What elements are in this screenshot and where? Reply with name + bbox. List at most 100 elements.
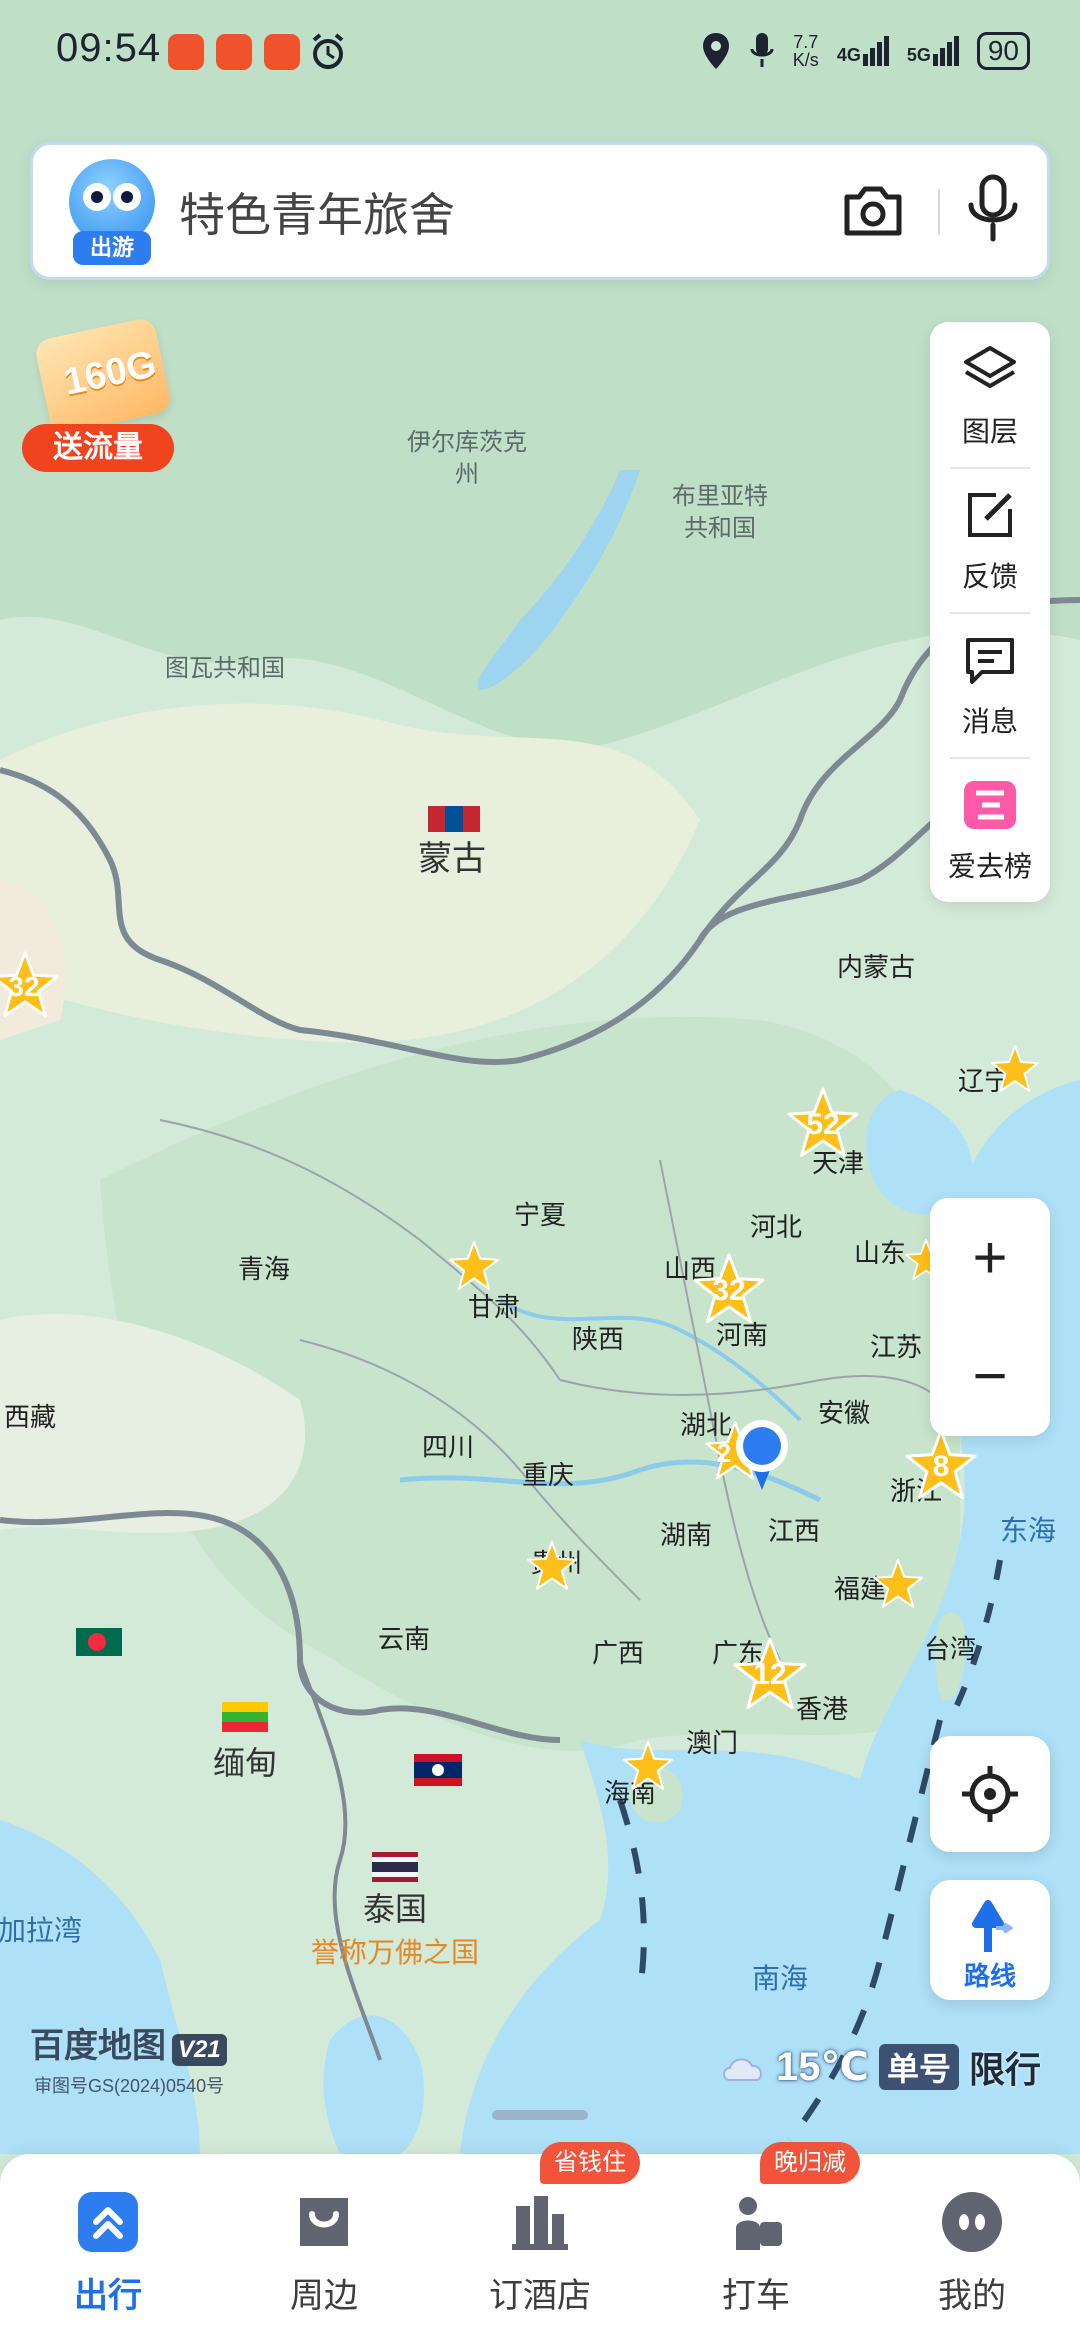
map-label-bay-of-bengal: 加拉湾 [0, 1915, 82, 1946]
nav-nearby[interactable]: 周边 [216, 2154, 432, 2340]
map-label-buryatia: 布里亚特 [672, 483, 768, 510]
route-arrow-icon [972, 1900, 1014, 1952]
ranking-icon [964, 781, 1016, 829]
signal-4g-icon: 4G [837, 36, 889, 66]
search-input[interactable]: 特色青年旅舍 [179, 179, 455, 245]
feedback-edit-icon [968, 493, 1012, 537]
location-pin-icon [702, 33, 729, 69]
zoom-control: + − [930, 1198, 1050, 1436]
map-label-east-sea: 东海 [1000, 1515, 1056, 1546]
weather-widget[interactable]: 15℃ 单号 限行 [720, 2042, 1041, 2092]
svg-text:52: 52 [806, 1108, 839, 1141]
map-label-qinghai: 青海 [238, 1254, 290, 1284]
map-label-hainan: 海南 [604, 1778, 656, 1808]
nav-label: 出行 [74, 2277, 142, 2315]
search-bar[interactable]: 出游 特色青年旅舍 [30, 142, 1050, 280]
message-icon [966, 638, 1014, 684]
status-time: 09:54 [56, 26, 162, 70]
feedback-button[interactable]: 反馈 [930, 467, 1050, 612]
feedback-label: 反馈 [961, 561, 1018, 592]
flag-laos-icon [414, 1754, 462, 1786]
svg-text:2: 2 [717, 1438, 731, 1468]
notification-app-icon [264, 34, 300, 70]
map-label-irkutsk-2: 州 [455, 461, 479, 488]
search-divider [938, 189, 940, 235]
flag-thailand-icon [372, 1852, 418, 1882]
ranking-label: 爱去榜 [947, 851, 1032, 882]
map-label-inner-mongolia: 内蒙古 [837, 952, 915, 982]
map-tools-panel: 图层 反馈 消息 爱去榜 [930, 322, 1050, 902]
temperature: 15℃ [776, 2045, 869, 2089]
map-label-hong-kong: 香港 [796, 1694, 848, 1724]
locate-me-button[interactable] [930, 1736, 1050, 1852]
baidu-map-brand: 百度地图 V21 [30, 2018, 227, 2067]
camera-icon[interactable] [833, 171, 913, 251]
map-label-jiangxi: 江西 [768, 1516, 820, 1546]
taxi-promo-badge: 晚归减 [760, 2142, 860, 2184]
status-bar: 09:54 7.7 K/s 4G 5G 90 [0, 0, 1080, 110]
microphone-icon[interactable] [953, 167, 1033, 251]
nav-label: 我的 [938, 2277, 1006, 2315]
layers-button[interactable]: 图层 [930, 322, 1050, 467]
zoom-in-button[interactable]: + [930, 1198, 1050, 1316]
map-label-shaanxi: 陕西 [572, 1324, 624, 1354]
svg-text:32: 32 [8, 971, 39, 1002]
nav-hotel[interactable]: 订酒店 省钱住 [432, 2142, 648, 2340]
notification-app-icon [168, 34, 204, 70]
alarm-icon [312, 33, 344, 69]
map-label-hubei: 湖北 [680, 1410, 732, 1440]
bottom-nav: 出行 周边 订酒店 省钱住 打车 晚归减 我的 [0, 2142, 1080, 2340]
nav-travel[interactable]: 出行 [0, 2154, 216, 2340]
svg-text:8: 8 [933, 1450, 950, 1483]
ranking-button[interactable]: 爱去榜 [930, 757, 1050, 902]
promo-card: 160G [33, 316, 173, 436]
map-label-sichuan: 四川 [422, 1432, 474, 1462]
map-label-hunan: 湖南 [660, 1520, 712, 1550]
nav-taxi[interactable]: 打车 晚归减 [648, 2142, 864, 2340]
map-label-yunnan: 云南 [378, 1624, 430, 1654]
map-label-anhui: 安徽 [818, 1398, 870, 1428]
nav-label: 订酒店 [489, 2277, 591, 2315]
map-label-macau: 澳门 [686, 1728, 738, 1758]
map-label-hebei: 河北 [750, 1212, 802, 1242]
svg-text:32: 32 [712, 1274, 745, 1307]
traffic-restriction-label: 限行 [968, 2049, 1041, 2090]
map-label-buryatia-2: 共和国 [684, 515, 756, 542]
map-label-thailand: 泰国 [363, 1891, 427, 1927]
svg-text:12: 12 [753, 1658, 786, 1691]
notification-app-icon [216, 34, 252, 70]
data-gift-promo[interactable]: 160G 送流量 [22, 316, 177, 480]
map-label-tuva: 图瓦共和国 [165, 655, 285, 682]
taxi-icon [736, 2197, 782, 2250]
map-label-shandong: 山东 [854, 1238, 906, 1268]
mascot-tag: 出游 [73, 231, 151, 265]
map-label-myanmar: 缅甸 [213, 1745, 277, 1781]
messages-button[interactable]: 消息 [930, 612, 1050, 757]
flag-mongolia-icon [428, 806, 480, 832]
promo-label: 送流量 [22, 424, 174, 472]
drawer-handle[interactable] [492, 2110, 588, 2120]
map-label-guangxi: 广西 [592, 1638, 644, 1668]
map-label-jiangsu: 江苏 [870, 1332, 922, 1362]
flag-bangladesh-icon [76, 1628, 122, 1656]
cloud-icon [723, 2058, 762, 2081]
map-label-taiwan: 台湾 [924, 1634, 976, 1664]
nav-profile[interactable]: 我的 [864, 2154, 1080, 2340]
map-label-irkutsk: 伊尔库茨克 [407, 429, 527, 456]
microphone-status-icon [750, 33, 774, 67]
hotel-icon [512, 2196, 568, 2250]
layers-label: 图层 [961, 416, 1018, 447]
signal-5g-icon: 5G [907, 36, 959, 66]
map-label-ningxia: 宁夏 [514, 1200, 566, 1230]
net-speed: 7.7 K/s [792, 32, 819, 70]
route-button[interactable]: 路线 [930, 1880, 1050, 2000]
route-label: 路线 [963, 1961, 1016, 1991]
nav-label: 打车 [722, 2277, 790, 2315]
nav-label: 周边 [290, 2277, 358, 2315]
zoom-out-button[interactable]: − [930, 1316, 1050, 1434]
map-label-tibet: 西藏 [4, 1402, 56, 1432]
map-label-mongolia: 蒙古 [418, 840, 486, 878]
travel-icon [78, 2192, 138, 2252]
map-label-chongqing: 重庆 [522, 1460, 574, 1490]
messages-label: 消息 [961, 706, 1018, 737]
